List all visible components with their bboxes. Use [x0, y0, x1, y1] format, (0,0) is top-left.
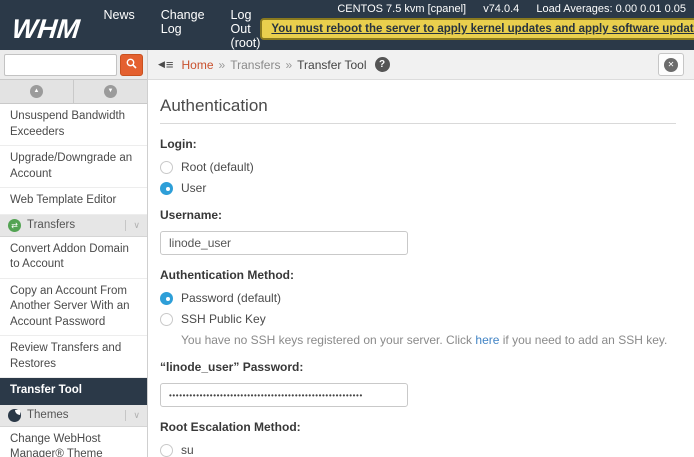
sidebar-item-copy-account[interactable]: Copy an Account From Another Server With… [0, 279, 147, 337]
load-averages: Load Averages: 0.00 0.01 0.05 [536, 3, 686, 15]
chevron-down-icon[interactable]: ∨ [125, 220, 147, 231]
nav-news[interactable]: News [103, 8, 134, 50]
search-icon [126, 57, 137, 72]
ssh-note-text: You have no SSH keys registered on your … [181, 333, 472, 347]
ssh-note-text: if you need to add an SSH key. [503, 333, 668, 347]
auth-method-label: Authentication Method: [160, 268, 676, 282]
main-panel: ◀≡ Home » Transfers » Transfer Tool ? ✕ … [148, 50, 694, 457]
breadcrumb-bar: ◀≡ Home » Transfers » Transfer Tool ? ✕ [148, 50, 694, 80]
transfer-tool-content: Authentication Login: Root (default) Use… [148, 80, 694, 457]
arrow-up-icon: ▲ [30, 85, 43, 98]
sidebar-search-row [0, 50, 147, 80]
radio-label: Root (default) [181, 160, 254, 174]
radio-unchecked-icon[interactable] [160, 161, 173, 174]
server-status-line: CENTOS 7.5 kvm [cpanel] v74.0.4 Load Ave… [323, 3, 686, 15]
sidebar-item-web-template-editor[interactable]: Web Template Editor [0, 188, 147, 215]
server-os: CENTOS 7.5 kvm [cpanel] [337, 3, 466, 15]
radio-unchecked-icon[interactable] [160, 313, 173, 326]
header: CENTOS 7.5 kvm [cpanel] v74.0.4 Load Ave… [0, 0, 694, 50]
sidebar-item-convert-addon-domain[interactable]: Convert Addon Domain to Account [0, 237, 147, 279]
search-button[interactable] [120, 54, 143, 76]
radio-ssh-public-key[interactable]: SSH Public Key [160, 312, 676, 326]
username-input[interactable] [160, 231, 408, 255]
radio-user[interactable]: User [160, 181, 676, 195]
sidebar-nav-list: Unsuspend Bandwidth Exceeders Upgrade/Do… [0, 104, 147, 457]
reboot-warning-link[interactable]: You must reboot the server to apply kern… [260, 18, 694, 40]
section-label: Transfers [27, 219, 75, 231]
sidebar-item-review-transfers[interactable]: Review Transfers and Restores [0, 336, 147, 378]
radio-label: su [181, 443, 194, 457]
radio-label: User [181, 181, 206, 195]
sidebar-item-upgrade-downgrade[interactable]: Upgrade/Downgrade an Account [0, 146, 147, 188]
sidebar-section-themes[interactable]: Themes ∨ [0, 405, 147, 427]
breadcrumb-transfers[interactable]: Transfers [230, 58, 280, 72]
nav-change-log[interactable]: Change Log [161, 8, 205, 50]
transfers-icon: ⇄ [8, 219, 21, 232]
nav-log-out[interactable]: Log Out (root) [231, 8, 261, 50]
password-label: “linode_user” Password: [160, 360, 676, 374]
sidebar-item-unsuspend-bandwidth[interactable]: Unsuspend Bandwidth Exceeders [0, 104, 147, 146]
top-nav: News Change Log Log Out (root) [103, 8, 260, 50]
divider [160, 123, 676, 124]
whm-version: v74.0.4 [483, 3, 519, 15]
radio-label: SSH Public Key [181, 312, 266, 326]
arrow-down-icon: ▼ [104, 85, 117, 98]
sidebar-pager: ▲ ▼ [0, 80, 147, 104]
chevron-down-icon[interactable]: ∨ [125, 410, 147, 421]
add-ssh-key-link[interactable]: here [475, 333, 499, 347]
sidebar-item-change-whm-theme[interactable]: Change WebHost Manager® Theme [0, 427, 147, 457]
close-button[interactable]: ✕ [658, 53, 684, 76]
ssh-key-note: You have no SSH keys registered on your … [181, 333, 676, 347]
radio-root-default[interactable]: Root (default) [160, 160, 676, 174]
breadcrumb: Home » Transfers » Transfer Tool [182, 58, 367, 72]
sidebar-section-transfers[interactable]: ⇄ Transfers ∨ [0, 215, 147, 237]
radio-checked-icon[interactable] [160, 182, 173, 195]
breadcrumb-home[interactable]: Home [182, 58, 214, 72]
breadcrumb-separator: » [219, 58, 226, 72]
whm-logo: WHM [10, 14, 81, 45]
close-icon: ✕ [664, 58, 678, 72]
sidebar-item-transfer-tool[interactable]: Transfer Tool [0, 378, 147, 405]
login-label: Login: [160, 137, 676, 151]
themes-icon [8, 409, 21, 422]
radio-unchecked-icon[interactable] [160, 444, 173, 457]
breadcrumb-separator: » [285, 58, 292, 72]
authentication-heading: Authentication [160, 96, 676, 116]
username-label: Username: [160, 208, 676, 222]
radio-su[interactable]: su [160, 443, 676, 457]
collapse-sidebar-icon[interactable]: ◀≡ [158, 57, 174, 72]
radio-checked-icon[interactable] [160, 292, 173, 305]
radio-password-default[interactable]: Password (default) [160, 291, 676, 305]
password-input[interactable] [160, 383, 408, 407]
scroll-down-button[interactable]: ▼ [74, 80, 147, 103]
section-label: Themes [27, 409, 69, 421]
breadcrumb-current-page: Transfer Tool [297, 58, 366, 72]
root-escalation-label: Root Escalation Method: [160, 420, 676, 434]
search-input[interactable] [4, 54, 117, 76]
help-icon[interactable]: ? [375, 57, 390, 72]
scroll-up-button[interactable]: ▲ [0, 80, 74, 103]
sidebar: ▲ ▼ Unsuspend Bandwidth Exceeders Upgrad… [0, 50, 148, 457]
radio-label: Password (default) [181, 291, 281, 305]
